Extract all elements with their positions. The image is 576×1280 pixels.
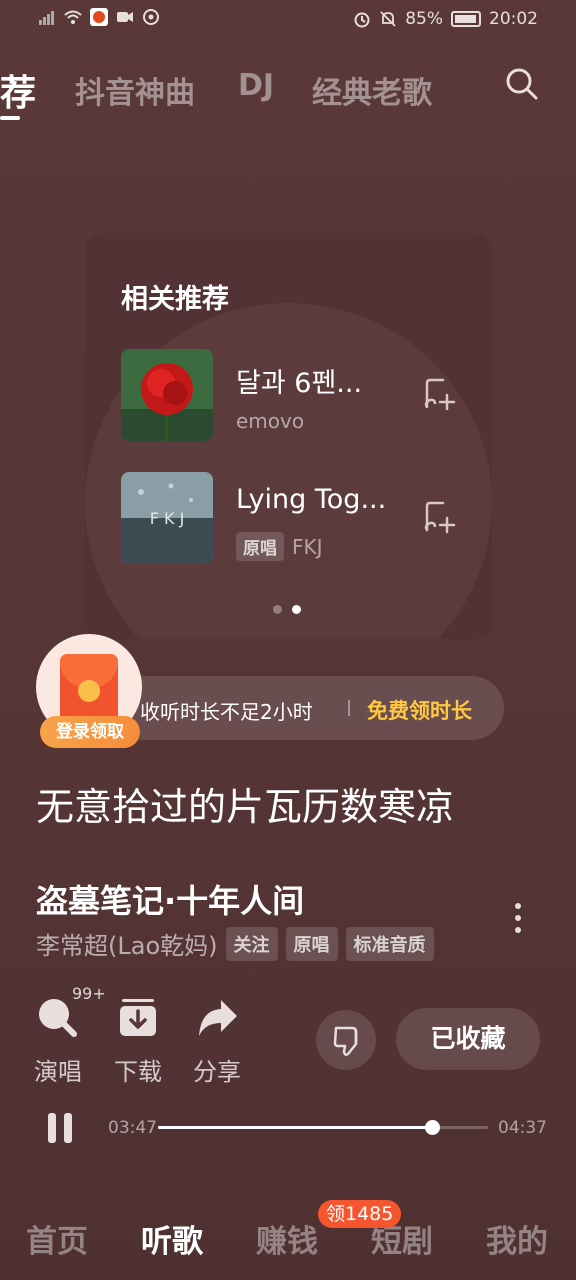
nav-listen[interactable]: 听歌 <box>141 1216 203 1261</box>
status-bar: 85% 20:02 <box>0 0 576 40</box>
add-to-playlist-icon[interactable] <box>421 377 457 413</box>
alarm-icon <box>354 12 370 28</box>
share-icon <box>199 1000 237 1036</box>
status-right-icons: 85% 20:02 <box>353 9 538 29</box>
recommend-song-artist-row: emovo <box>236 409 304 433</box>
hotspot-icon <box>143 9 159 25</box>
tab-douyin[interactable]: 抖音神曲 <box>75 68 195 112</box>
battery-icon <box>451 11 481 27</box>
dislike-button[interactable] <box>316 1010 376 1070</box>
pause-icon <box>48 1113 56 1143</box>
share-label: 分享 <box>193 1058 241 1086</box>
original-tag: 原唱 <box>285 926 338 961</box>
share-button[interactable]: 分享 <box>182 996 252 1086</box>
signal-icon <box>39 11 54 25</box>
progress-slider[interactable] <box>158 1120 488 1135</box>
tab-classic[interactable]: 经典老歌 <box>312 68 432 112</box>
carousel-dot[interactable] <box>273 605 282 614</box>
nav-home[interactable]: 首页 <box>26 1216 88 1261</box>
svg-text:F K J: F K J <box>150 509 185 528</box>
song-artist[interactable]: 李常超(Lao乾妈) <box>36 926 218 961</box>
sing-button[interactable]: 演唱 <box>23 996 93 1086</box>
pause-icon-bar <box>64 1113 72 1143</box>
app-notification-icon <box>90 8 108 26</box>
red-envelope-icon <box>60 654 118 724</box>
tab-recommend[interactable]: 荐 <box>0 64 36 116</box>
add-to-playlist-icon[interactable] <box>421 500 457 536</box>
bottom-nav: 首页 听歌 赚钱 短剧 我的 <box>0 1196 576 1280</box>
login-claim-button[interactable]: 登录领取 <box>40 716 140 748</box>
original-tag: 原唱 <box>236 532 284 561</box>
follow-tag[interactable]: 关注 <box>225 926 278 961</box>
current-lyric[interactable]: 无意拾过的片瓦历数寒凉 <box>36 776 454 831</box>
recommend-song-name: 달과 6펜... <box>236 368 363 399</box>
thumbs-down-icon <box>333 1026 358 1056</box>
progress-knob[interactable] <box>424 1120 440 1135</box>
listen-time-text: 收听时长不足2小时 <box>140 700 313 724</box>
recommend-song-name: Lying Tog... <box>236 484 387 515</box>
related-recommend-card: 相关推荐 달과 6펜... emovo F K J Lying Tog... 原… <box>85 233 492 639</box>
cover-image: F K J <box>121 472 213 564</box>
recommend-item[interactable]: 달과 6펜... emovo <box>121 349 481 441</box>
wifi-icon <box>64 10 82 24</box>
recommend-song-artist-row: 原唱 FKJ <box>236 532 323 561</box>
carousel-dots <box>273 605 301 614</box>
tab-dj[interactable]: DJ <box>238 68 274 103</box>
status-left-icons <box>38 8 160 26</box>
recommend-title: 相关推荐 <box>121 284 229 315</box>
recommend-song-artist: FKJ <box>292 534 323 559</box>
sing-count-badge: 99+ <box>72 984 106 1003</box>
total-time: 04:37 <box>498 1118 547 1138</box>
recommend-song-artist: emovo <box>236 409 305 433</box>
quality-tag[interactable]: 标准音质 <box>345 926 434 961</box>
cover-image <box>121 349 213 441</box>
active-tab-indicator <box>0 116 20 120</box>
search-icon[interactable] <box>504 66 540 102</box>
recommend-item[interactable]: F K J Lying Tog... 原唱 FKJ <box>121 472 481 564</box>
current-time: 03:47 <box>108 1118 157 1138</box>
battery-percent: 85% <box>405 9 443 29</box>
download-icon <box>120 999 156 1036</box>
download-button[interactable]: 下载 <box>103 996 173 1086</box>
download-label: 下载 <box>114 1058 162 1086</box>
listen-time-banner[interactable]: 收听时长不足2小时 免费领时长 <box>90 676 504 740</box>
mute-bell-icon <box>380 11 396 27</box>
banner-divider <box>348 700 350 716</box>
red-envelope-coin <box>78 680 100 702</box>
earn-reward-badge: 领1485 <box>318 1200 402 1228</box>
progress-fill <box>158 1126 432 1129</box>
song-title: 盗墓笔记·十年人间 <box>36 882 305 920</box>
free-time-button[interactable]: 免费领时长 <box>367 695 472 725</box>
top-tabs: 荐 抖音神曲 DJ 经典老歌 <box>0 60 576 120</box>
nav-mine[interactable]: 我的 <box>486 1216 548 1261</box>
pause-button[interactable] <box>48 1113 74 1143</box>
favorite-button[interactable]: 已收藏 <box>396 1008 540 1070</box>
song-meta-row: 李常超(Lao乾妈) 关注 原唱 标准音质 <box>36 926 434 961</box>
carousel-dot-active[interactable] <box>292 605 301 614</box>
video-icon <box>117 12 133 22</box>
more-options-icon[interactable] <box>508 898 528 938</box>
sing-label: 演唱 <box>34 1058 82 1086</box>
status-time: 20:02 <box>489 9 538 29</box>
nav-earn[interactable]: 赚钱 <box>256 1216 318 1261</box>
